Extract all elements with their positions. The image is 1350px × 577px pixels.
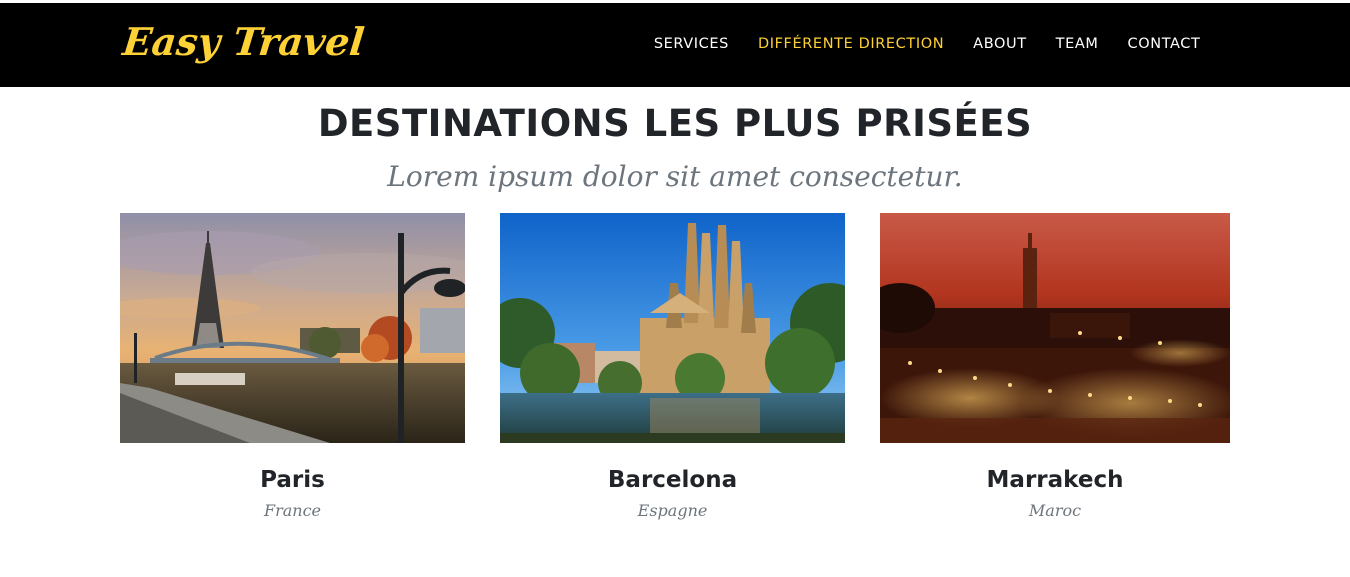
destination-card-marrakech[interactable]: Marrakech Maroc: [880, 213, 1230, 520]
destination-card-paris[interactable]: Paris France: [120, 213, 465, 520]
section-subheading: Lorem ipsum dolor sit amet consectetur.: [387, 160, 963, 193]
destination-card-barcelona[interactable]: Barcelona Espagne: [500, 213, 845, 520]
marrakech-photo[interactable]: [880, 213, 1230, 443]
navbar: Easy Travel SERVICES DIFFÉRENTE DIRECTIO…: [0, 3, 1350, 87]
barcelona-photo[interactable]: [500, 213, 845, 443]
destination-country: France: [263, 501, 322, 520]
section-heading: DESTINATIONS LES PLUS PRISÉES: [317, 102, 1033, 145]
destination-country: Maroc: [1028, 501, 1082, 520]
destination-title: Marrakech: [986, 467, 1124, 493]
paris-photo[interactable]: [120, 213, 465, 443]
destination-title: Barcelona: [607, 467, 738, 493]
nav-link-contact[interactable]: CONTACT: [1113, 36, 1215, 52]
nav-link-team[interactable]: TEAM: [1041, 36, 1113, 52]
nav-menu: SERVICES DIFFÉRENTE DIRECTION ABOUT TEAM…: [639, 36, 1215, 52]
nav-link-about[interactable]: ABOUT: [959, 36, 1042, 52]
destination-title: Paris: [260, 467, 325, 493]
destination-country: Espagne: [637, 501, 708, 520]
nav-link-services[interactable]: SERVICES: [639, 36, 743, 52]
brand-logo[interactable]: Easy Travel: [121, 19, 367, 64]
nav-link-differente-direction[interactable]: DIFFÉRENTE DIRECTION: [743, 36, 958, 52]
